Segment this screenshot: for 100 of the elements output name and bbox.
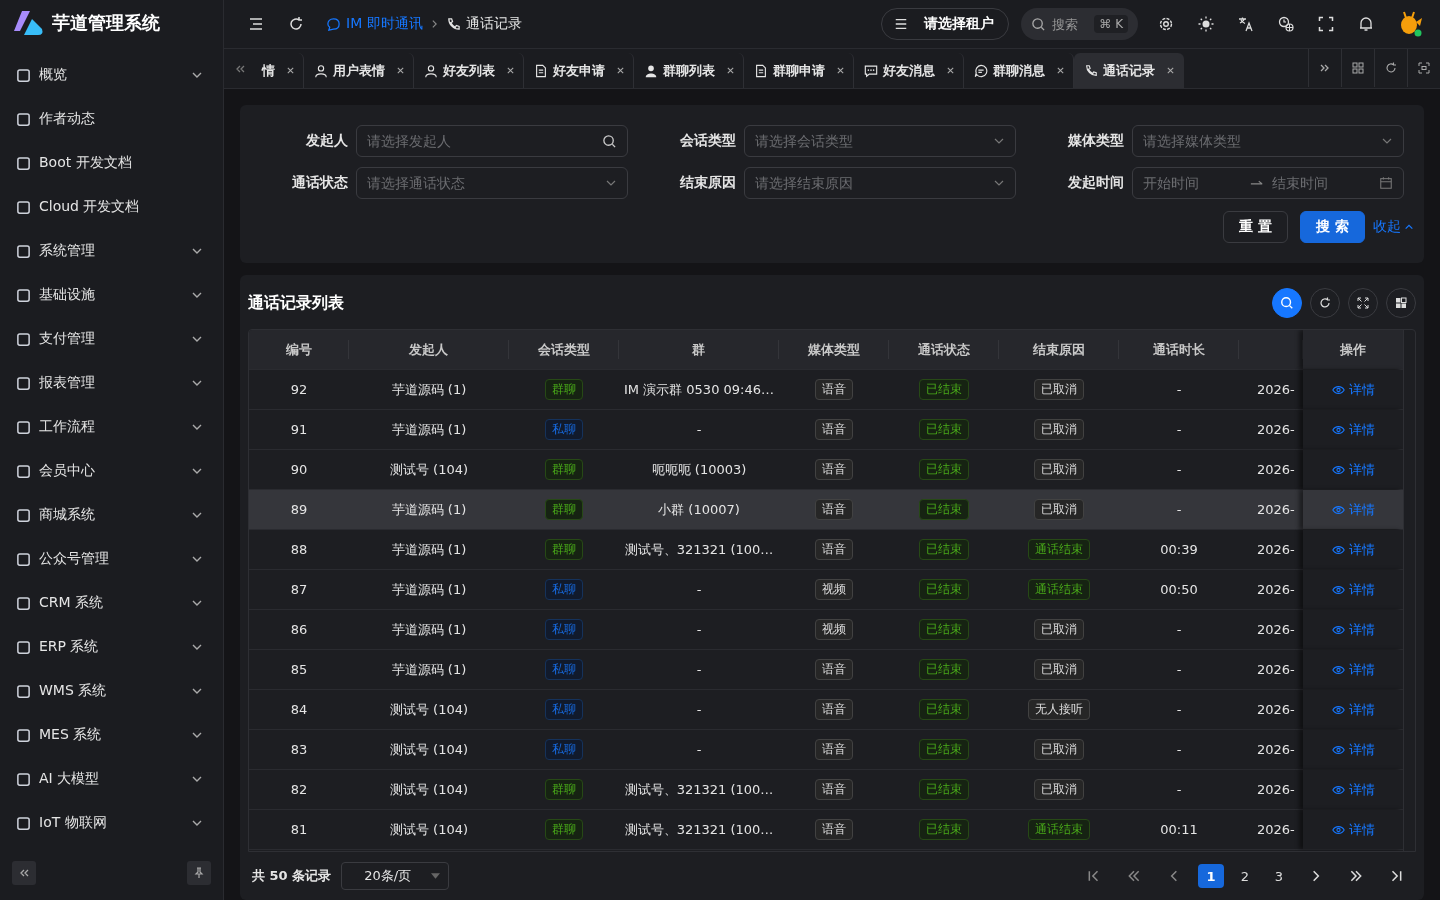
input-field[interactable]: 请选择发起人 — [367, 133, 594, 149]
sidebar-item[interactable]: 作者动态 — [0, 97, 223, 142]
sidebar-item[interactable]: MES 系统 — [0, 713, 223, 758]
square-icon — [16, 287, 31, 303]
detail-link[interactable]: 详情 — [1331, 780, 1375, 799]
sidebar-item[interactable]: 公众号管理 — [0, 537, 223, 582]
sidebar-item[interactable]: 报表管理 — [0, 361, 223, 406]
detail-link[interactable]: 详情 — [1331, 740, 1375, 759]
tab[interactable]: 好友消息 — [854, 53, 964, 88]
breadcrumb-item[interactable]: 通话记录 — [445, 15, 522, 33]
sidebar-item[interactable]: ERP 系统 — [0, 625, 223, 670]
filter-field[interactable]: 请选择结束原因 — [744, 167, 1016, 199]
close-icon[interactable] — [396, 66, 405, 75]
table-row[interactable]: 85 芋道源码 (1) 私聊 - 语音 已结束 已取消 - 2026- 详情 — [249, 650, 1403, 690]
tab[interactable]: 好友列表 — [414, 53, 524, 88]
close-icon[interactable] — [836, 66, 845, 75]
tab[interactable]: 情 — [252, 53, 304, 88]
sidebar-item[interactable]: Boot 开发文档 — [0, 141, 223, 186]
search-field[interactable]: 搜索 — [1052, 16, 1089, 32]
table-row[interactable]: 81 测试号 (104) 群聊 测试号、321321 (100… 语音 已结束 通话结束 00:11 2026- 详情 — [249, 810, 1403, 850]
status-tag: 已结束 — [919, 779, 969, 800]
tab[interactable]: 群聊申请 — [744, 53, 854, 88]
sidebar-item[interactable]: AI 大模型 — [0, 757, 223, 802]
tab[interactable]: 用户表情 — [304, 53, 414, 88]
column-header: 通话时长 — [1119, 340, 1239, 359]
input-field[interactable]: 开始时间 — [1143, 175, 1242, 191]
close-icon[interactable] — [1056, 66, 1065, 75]
close-icon[interactable] — [506, 66, 515, 75]
close-icon[interactable] — [1166, 66, 1175, 75]
field-label: 发起人 — [305, 132, 348, 150]
detail-link[interactable]: 详情 — [1331, 700, 1375, 719]
media-type-tag: 视频 — [815, 579, 853, 600]
detail-link[interactable]: 详情 — [1331, 620, 1375, 639]
table-row[interactable]: 91 芋道源码 (1) 私聊 - 语音 已结束 已取消 - 2026- 详情 — [249, 410, 1403, 450]
tab[interactable]: 群聊列表 — [634, 53, 744, 88]
column-header: 操作 — [1303, 330, 1403, 369]
collapse-link[interactable]: 收起 — [1373, 218, 1414, 236]
page-button[interactable]: 2 — [1232, 864, 1258, 888]
sidebar-item[interactable]: CRM 系统 — [0, 581, 223, 626]
filter-field[interactable]: 请选择发起人 — [356, 125, 628, 157]
sidebar-item[interactable]: 概览 — [0, 53, 223, 98]
table-cell: 2026- — [1257, 702, 1295, 717]
page-button[interactable]: 1 — [1198, 864, 1224, 888]
detail-link[interactable]: 详情 — [1331, 540, 1375, 559]
table-row[interactable]: 88 芋道源码 (1) 群聊 测试号、321321 (100… 语音 已结束 通话结束 00:39 2026- 详情 — [249, 530, 1403, 570]
filter-field[interactable]: 请选择媒体类型 — [1132, 125, 1404, 157]
input-field[interactable]: 请选择结束原因 — [755, 175, 985, 191]
page-size-select[interactable]: 20条/页 — [341, 862, 450, 890]
search-button[interactable]: 搜 索 — [1300, 211, 1365, 243]
input-field[interactable]: 请选择通话状态 — [367, 175, 597, 191]
reset-button[interactable]: 重 置 — [1223, 211, 1289, 243]
table-cell-text: - — [1175, 381, 1183, 399]
media-type-tag: 语音 — [815, 419, 853, 440]
table-row[interactable]: 92 芋道源码 (1) 群聊 IM 演示群 0530 09:46… 语音 已结束 已取消 - 2026- 详情 — [249, 370, 1403, 410]
sidebar-item[interactable]: 会员中心 — [0, 449, 223, 494]
sidebar-item[interactable]: 基础设施 — [0, 273, 223, 318]
user-icon — [644, 63, 658, 78]
close-icon[interactable] — [946, 66, 955, 75]
date-range-field[interactable]: 开始时间 结束时间 — [1132, 167, 1404, 199]
detail-link[interactable]: 详情 — [1331, 580, 1375, 599]
input-field[interactable]: 请选择会话类型 — [755, 133, 985, 149]
table-row[interactable]: 83 测试号 (104) 私聊 - 语音 已结束 已取消 - 2026- 详情 — [249, 730, 1403, 770]
close-icon[interactable] — [616, 66, 625, 75]
sidebar-item[interactable]: 工作流程 — [0, 405, 223, 450]
page-button[interactable]: 3 — [1266, 864, 1292, 888]
pin-button[interactable] — [187, 860, 211, 885]
tab[interactable]: 通话记录 — [1074, 53, 1184, 88]
status-tag: 已结束 — [919, 499, 969, 520]
sidebar-item[interactable]: 系统管理 — [0, 229, 223, 274]
sidebar-item[interactable]: Cloud 开发文档 — [0, 185, 223, 230]
detail-link[interactable]: 详情 — [1331, 380, 1375, 399]
tab[interactable]: 好友申请 — [524, 53, 634, 88]
input-field[interactable]: 请选择媒体类型 — [1143, 133, 1373, 149]
table-row[interactable]: 89 芋道源码 (1) 群聊 小群 (10007) 语音 已结束 已取消 - 2026- 详情 — [249, 490, 1403, 530]
search-toggle-button[interactable] — [1272, 288, 1302, 318]
search-icon — [602, 133, 617, 149]
input-field[interactable]: 结束时间 — [1272, 175, 1371, 191]
sidebar-item[interactable]: IoT 物联网 — [0, 801, 223, 846]
collapse-sidebar-button[interactable] — [12, 860, 36, 885]
eye-icon — [1331, 824, 1345, 835]
filter-field[interactable]: 请选择会话类型 — [744, 125, 1016, 157]
detail-link[interactable]: 详情 — [1331, 820, 1375, 839]
table-row[interactable]: 86 芋道源码 (1) 私聊 - 视频 已结束 已取消 - 2026- 详情 — [249, 610, 1403, 650]
list-icon — [894, 17, 909, 31]
phone-icon — [445, 16, 461, 32]
table-row[interactable]: 84 测试号 (104) 私聊 - 语音 已结束 无人接听 - 2026- 详情 — [249, 690, 1403, 730]
sidebar-item[interactable]: 支付管理 — [0, 317, 223, 362]
detail-link[interactable]: 详情 — [1331, 660, 1375, 679]
sidebar-item[interactable]: WMS 系统 — [0, 669, 223, 714]
table-row[interactable]: 87 芋道源码 (1) 私聊 - 视频 已结束 通话结束 00:50 2026- 详情 — [249, 570, 1403, 610]
close-icon[interactable] — [286, 66, 295, 75]
sidebar-item[interactable]: 商城系统 — [0, 493, 223, 538]
close-icon[interactable] — [726, 66, 735, 75]
detail-link[interactable]: 详情 — [1331, 420, 1375, 439]
filter-field[interactable]: 请选择通话状态 — [356, 167, 628, 199]
media-type-tag: 语音 — [815, 659, 853, 680]
detail-link[interactable]: 详情 — [1331, 460, 1375, 479]
table-row[interactable]: 82 测试号 (104) 群聊 测试号、321321 (100… 语音 已结束 已取消 - 2026- 详情 — [249, 770, 1403, 810]
breadcrumb-item[interactable]: IM 即时通讯 — [326, 15, 423, 33]
caret-down-icon — [431, 873, 441, 879]
